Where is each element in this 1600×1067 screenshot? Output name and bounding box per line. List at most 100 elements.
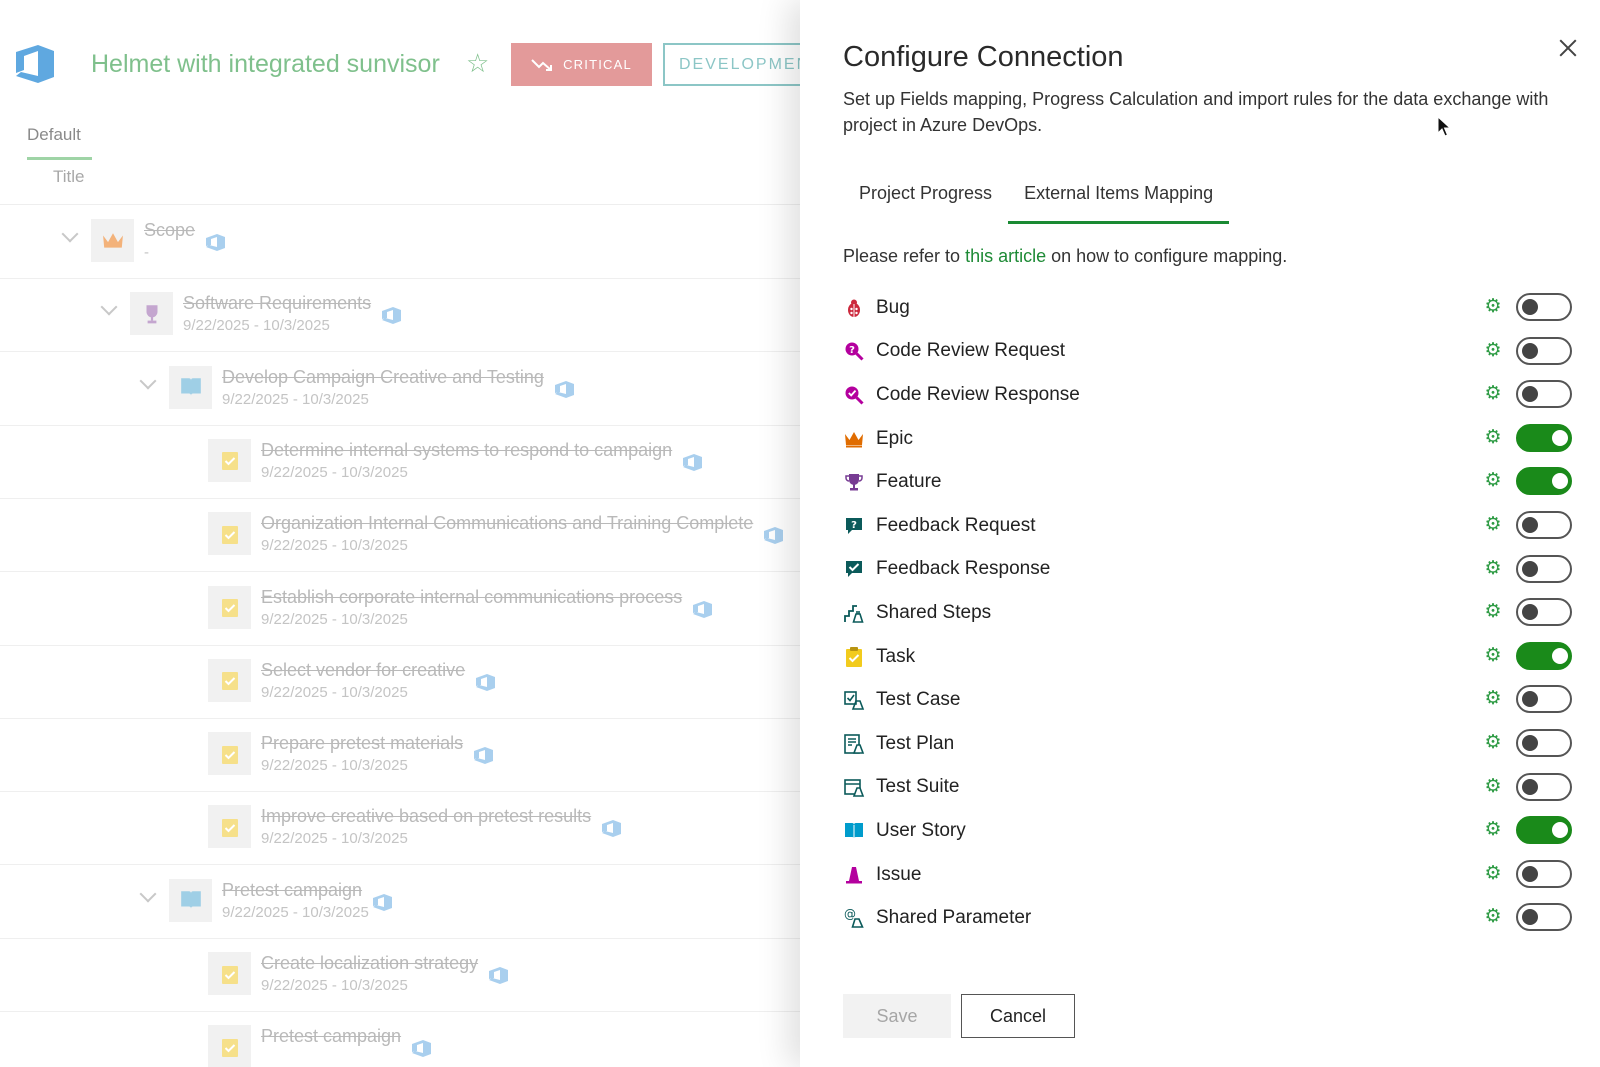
tree-row[interactable]: Prepare pretest materials 9/22/2025 - 10/… <box>0 717 800 793</box>
gear-icon[interactable]: ⚙ <box>1483 384 1503 404</box>
work-item-title[interactable]: Improve creative based on pretest result… <box>261 806 591 827</box>
toggle-knob <box>1552 473 1568 490</box>
gear-icon[interactable]: ⚙ <box>1483 471 1503 491</box>
panel-title: Configure Connection <box>843 41 1124 73</box>
work-item-type-icon <box>208 805 251 849</box>
mapping-toggle[interactable] <box>1516 423 1572 452</box>
mapping-toggle[interactable] <box>1516 293 1572 321</box>
tree-row[interactable]: Pretest campaign <box>0 1010 800 1067</box>
chevron-down-icon[interactable] <box>60 226 80 246</box>
mapping-toggle[interactable] <box>1516 380 1572 409</box>
close-icon[interactable] <box>1556 36 1580 60</box>
mapping-toggle[interactable] <box>1516 903 1572 932</box>
work-item-type-icon <box>208 658 251 702</box>
mapping-toggle[interactable] <box>1516 859 1572 888</box>
work-item-dates: 9/22/2025 - 10/3/2025 <box>183 317 330 335</box>
mapping-row-feedback-request: ? Feedback Request ⚙ <box>843 504 1573 548</box>
work-item-dates: 9/22/2025 - 10/3/2025 <box>261 757 408 775</box>
gear-icon[interactable]: ⚙ <box>1483 863 1503 884</box>
work-item-dates: 9/22/2025 - 10/3/2025 <box>261 537 408 555</box>
toggle-knob <box>1522 778 1538 795</box>
tab-default[interactable]: Default <box>27 125 92 160</box>
background-app: Helmet with integrated sunvisor ☆ CRITIC… <box>0 0 800 1067</box>
tree-row[interactable]: Pretest campaign 9/22/2025 - 10/3/2025 <box>0 864 800 939</box>
panel-tabs: Project Progress External Items Mapping <box>843 178 1230 224</box>
tree-row[interactable]: Determine internal systems to respond to… <box>0 424 800 499</box>
critical-badge[interactable]: CRITICAL <box>511 43 652 86</box>
mapping-toggle[interactable] <box>1516 641 1572 670</box>
mapping-toggle[interactable] <box>1516 728 1572 757</box>
tree-row[interactable]: Create localization strategy 9/22/2025 - … <box>0 937 800 1012</box>
gear-icon[interactable]: ⚙ <box>1483 645 1503 666</box>
tree-row[interactable]: Select vendor for creative 9/22/2025 - 10… <box>0 644 800 719</box>
work-item-title[interactable]: Software Requirements <box>183 293 371 314</box>
chevron-down-icon[interactable] <box>138 373 158 393</box>
tree-row[interactable]: Scope - <box>0 204 800 279</box>
tab-external-items-mapping[interactable]: External Items Mapping <box>1008 178 1230 224</box>
save-button[interactable]: Save <box>843 994 951 1038</box>
work-item-type-icon <box>208 585 251 629</box>
chevron-down-icon[interactable] <box>138 886 158 906</box>
svg-text:?: ? <box>851 520 857 531</box>
shared-parameter-icon: @ <box>843 907 865 929</box>
work-item-title[interactable]: Develop Campaign Creative and Testing <box>222 367 544 388</box>
work-item-type-icon <box>208 512 251 556</box>
svg-text:?: ? <box>849 345 855 356</box>
mapping-row-shared-steps: Shared Steps ⚙ <box>843 591 1573 635</box>
gear-icon[interactable]: ⚙ <box>1483 732 1503 753</box>
work-item-title[interactable]: Scope <box>144 220 195 241</box>
gear-icon[interactable]: ⚙ <box>1483 558 1503 579</box>
tree-row[interactable]: Organization Internal Communications and… <box>0 497 800 573</box>
tree-row[interactable]: Develop Campaign Creative and Testing 9/2… <box>0 351 800 426</box>
mapping-toggle[interactable] <box>1516 598 1572 627</box>
mapping-toggle[interactable] <box>1516 816 1572 845</box>
gear-icon[interactable]: ⚙ <box>1483 340 1503 361</box>
gear-icon[interactable]: ⚙ <box>1483 297 1503 317</box>
book-icon <box>843 820 865 842</box>
test-plan-icon <box>843 733 865 755</box>
work-item-title[interactable]: Establish corporate internal communicati… <box>261 587 682 608</box>
gear-icon[interactable]: ⚙ <box>1483 820 1503 840</box>
work-item-title[interactable]: Create localization strategy <box>261 953 478 974</box>
gear-icon[interactable]: ⚙ <box>1483 514 1503 535</box>
tree-row[interactable]: Improve creative based on pretest result… <box>0 790 800 866</box>
mapping-toggle[interactable] <box>1516 554 1572 583</box>
mapping-toggle[interactable] <box>1516 772 1572 801</box>
gear-icon[interactable]: ⚙ <box>1483 602 1503 622</box>
azure-sync-icon <box>555 380 574 398</box>
chevron-down-icon[interactable] <box>99 299 119 319</box>
mouse-cursor-icon <box>1437 116 1451 137</box>
column-header-title: Title <box>53 167 85 186</box>
mapping-toggle[interactable] <box>1516 685 1572 714</box>
work-item-title[interactable]: Determine internal systems to respond to… <box>261 440 672 461</box>
toggle-knob <box>1522 909 1538 926</box>
mapping-row-task: Task ⚙ <box>843 635 1573 679</box>
work-item-title[interactable]: Organization Internal Communications and… <box>261 513 753 534</box>
work-item-type-icon <box>130 292 173 336</box>
project-title[interactable]: Helmet with integrated sunvisor <box>91 50 440 79</box>
star-icon[interactable]: ☆ <box>466 50 489 76</box>
gear-icon[interactable]: ⚙ <box>1483 907 1503 927</box>
mapping-toggle[interactable] <box>1516 510 1572 539</box>
cancel-button[interactable]: Cancel <box>961 994 1075 1038</box>
gear-icon[interactable]: ⚙ <box>1483 689 1503 709</box>
work-item-title[interactable]: Pretest campaign <box>261 1026 401 1047</box>
toggle-knob <box>1522 691 1538 708</box>
work-item-title[interactable]: Pretest campaign <box>222 880 362 901</box>
gear-icon[interactable]: ⚙ <box>1483 776 1503 797</box>
tree-row[interactable]: Establish corporate internal communicati… <box>0 571 800 646</box>
mapping-row-issue: Issue ⚙ <box>843 853 1573 897</box>
development-badge[interactable]: DEVELOPMEN <box>663 43 800 86</box>
mapping-toggle[interactable] <box>1516 336 1572 365</box>
tree-row[interactable]: Software Requirements 9/22/2025 - 10/3/20… <box>0 277 800 353</box>
work-item-title[interactable]: Select vendor for creative <box>261 660 465 681</box>
tab-project-progress[interactable]: Project Progress <box>843 178 1008 224</box>
mapping-toggle[interactable] <box>1516 467 1572 496</box>
article-link[interactable]: this article <box>965 246 1046 266</box>
panel-description: Set up Fields mapping, Progress Calculat… <box>843 89 1549 135</box>
gear-icon[interactable]: ⚙ <box>1483 427 1503 448</box>
mapping-label: Task <box>876 645 916 667</box>
work-item-title[interactable]: Prepare pretest materials <box>261 733 463 754</box>
mapping-label: Feature <box>876 471 942 493</box>
mapping-row-feedback-response: Feedback Response ⚙ <box>843 548 1573 592</box>
